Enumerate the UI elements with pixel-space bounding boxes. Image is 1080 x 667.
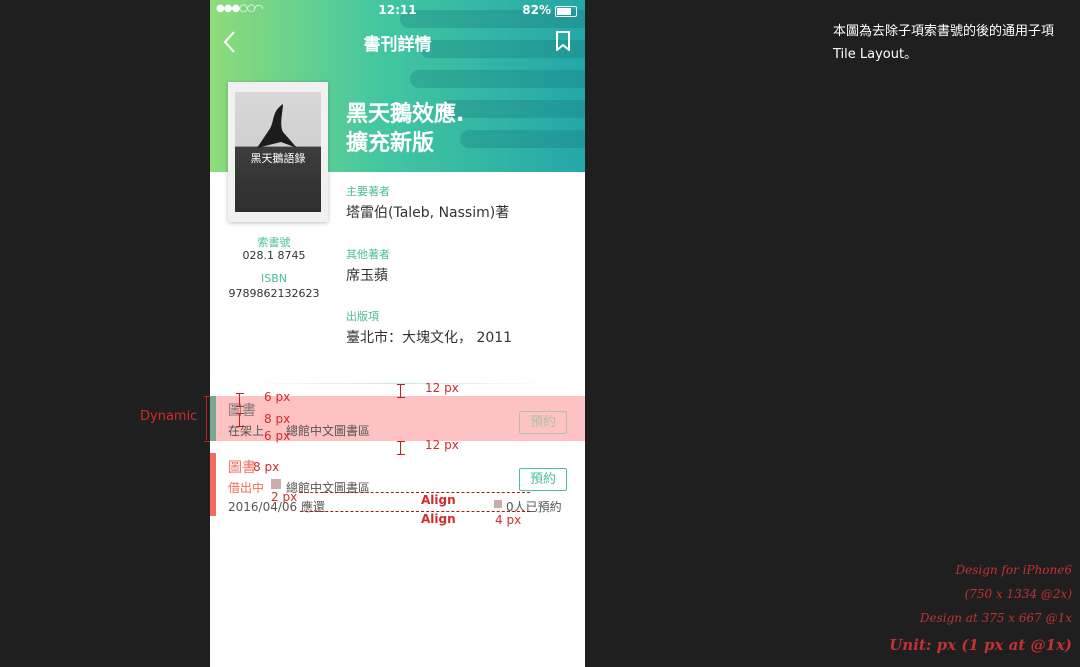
main-author-label: 主要著者: [346, 185, 390, 198]
align-label: Align: [421, 493, 456, 507]
gap-label: 8 px: [264, 412, 291, 426]
publisher-value: 臺北市：大塊文化， 2011: [346, 330, 513, 346]
reserve-button[interactable]: 預約: [519, 468, 567, 491]
book-cover: 黑天鵝語錄: [228, 82, 328, 222]
other-author-value: 席玉蘋: [346, 268, 388, 284]
status-bar: ●●●○○ ◠ 12:11 82%: [210, 0, 585, 20]
design-spec: Design at 375 x 667 @1x: [919, 611, 1072, 625]
call-number-label: 索書號: [257, 236, 291, 249]
gap-label: 8 px: [253, 460, 280, 474]
isbn-label: ISBN: [260, 272, 287, 285]
book-title-line1: 黑天鵝效應.: [346, 102, 465, 127]
align-label: Align: [421, 512, 456, 526]
publisher-label: 出版項: [346, 310, 379, 323]
swan-icon: [257, 104, 297, 148]
spacing-marker: [236, 393, 244, 407]
dynamic-annotation: Dynamic: [140, 409, 198, 424]
other-author-label: 其他著者: [346, 248, 390, 261]
item-status: 在架上: [228, 424, 265, 438]
design-note-line1: 本圖為去除子項索書號的後的通用子項: [833, 24, 1055, 39]
gap-label: 12 px: [425, 381, 459, 395]
design-spec: (750 x 1334 @2x): [964, 587, 1072, 601]
spacing-marker: [397, 384, 405, 398]
design-unit: Unit: px (1 px at @1x): [889, 636, 1072, 654]
item-status: 借出中: [228, 481, 265, 495]
gap-marker: [271, 479, 281, 489]
gap-label: 12 px: [425, 438, 459, 452]
isbn-value: 9789862132623: [228, 287, 320, 300]
phone-screen: ●●●○○ ◠ 12:11 82% 書刊詳情 黑天鵝語錄 黑天鵝效應. 擴充新版…: [210, 0, 585, 667]
call-number: 028.1 8745: [242, 249, 306, 262]
book-title-line2: 擴充新版: [346, 131, 435, 156]
main-author-value: 塔雷伯(Taleb, Nassim)著: [346, 205, 510, 221]
book-title: 黑天鵝效應. 擴充新版: [346, 100, 464, 158]
item-location: 總館中文圖書區: [286, 481, 371, 495]
cover-title: 黑天鵝語錄: [250, 152, 306, 165]
page-title: 書刊詳情: [363, 35, 432, 55]
status-bar-available: [210, 396, 216, 441]
cover-image: 黑天鵝語錄: [235, 92, 321, 212]
gap-label: 6 px: [264, 429, 291, 443]
reserve-button[interactable]: 預約: [519, 411, 567, 434]
bookmark-icon[interactable]: [555, 31, 571, 55]
gap-label: 2 px: [271, 490, 298, 504]
battery-icon: [555, 6, 577, 17]
item-location: 總館中文圖書區: [286, 424, 371, 438]
design-note: 本圖為去除子項索書號的後的通用子項 Tile Layout。: [833, 20, 1078, 66]
dynamic-bracket-line: [206, 396, 207, 440]
gap-marker: [494, 500, 502, 508]
gap-label: 4 px: [495, 513, 522, 527]
spacing-marker: [397, 441, 405, 455]
align-guide: [300, 511, 530, 512]
spacing-marker: [236, 413, 244, 427]
align-guide: [300, 492, 530, 493]
battery-percent: 82%: [522, 3, 551, 17]
design-note-line2: Tile Layout。: [833, 47, 918, 62]
item-type: 圖書: [228, 460, 256, 476]
gap-label: 6 px: [264, 390, 291, 404]
dynamic-bracket: [204, 396, 210, 442]
status-bar-borrowed: [210, 453, 216, 516]
design-spec: Design for iPhone6: [955, 563, 1073, 577]
